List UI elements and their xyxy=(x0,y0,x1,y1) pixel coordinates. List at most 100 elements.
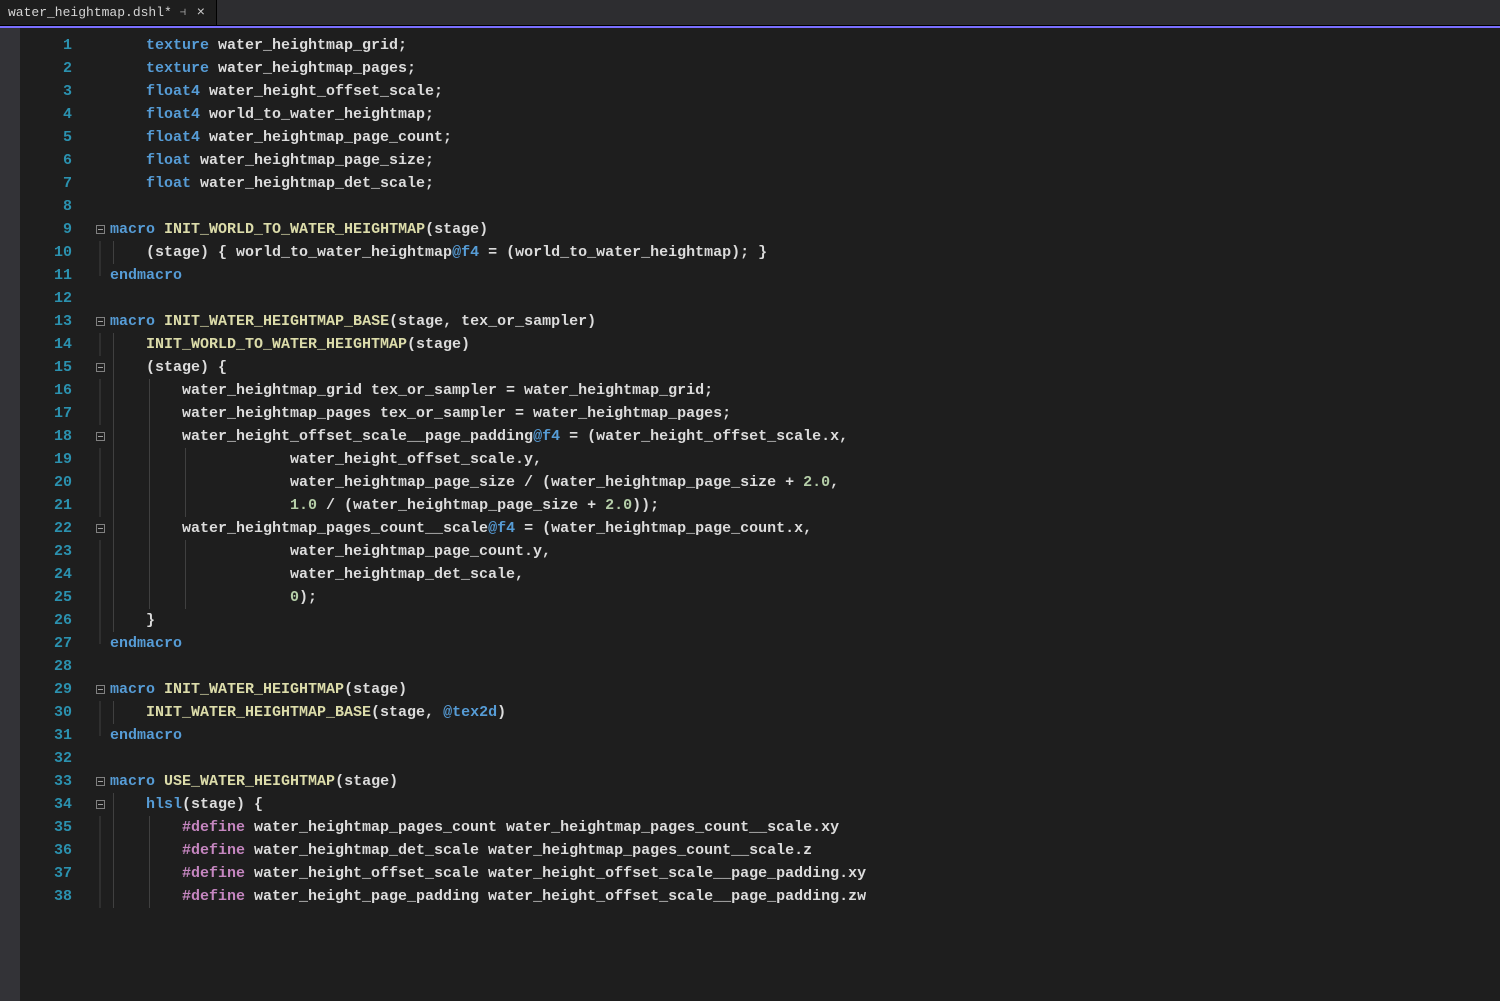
code-line[interactable]: 1.0 / (water_heightmap_page_size + 2.0))… xyxy=(110,494,1500,517)
code-line[interactable]: float4 world_to_water_heightmap; xyxy=(110,103,1500,126)
code-line[interactable]: #define water_height_page_padding water_… xyxy=(110,885,1500,908)
line-number: 28 xyxy=(20,655,90,678)
code-line[interactable]: #define water_heightmap_det_scale water_… xyxy=(110,839,1500,862)
code-line[interactable]: water_heightmap_pages_count__scale@f4 = … xyxy=(110,517,1500,540)
code-line[interactable]: macro INIT_WATER_HEIGHTMAP_BASE(stage, t… xyxy=(110,310,1500,333)
code-line[interactable]: water_heightmap_page_size / (water_heigh… xyxy=(110,471,1500,494)
pin-icon[interactable]: ⊣ xyxy=(178,8,188,18)
code-line[interactable]: water_height_offset_scale__page_padding@… xyxy=(110,425,1500,448)
fold-cell xyxy=(90,80,110,103)
code-line[interactable]: float water_heightmap_det_scale; xyxy=(110,172,1500,195)
code-line[interactable]: water_heightmap_det_scale, xyxy=(110,563,1500,586)
code-line[interactable]: macro INIT_WORLD_TO_WATER_HEIGHTMAP(stag… xyxy=(110,218,1500,241)
file-tab[interactable]: water_heightmap.dshl* ⊣ × xyxy=(0,0,217,25)
code-line[interactable]: (stage) { world_to_water_heightmap@f4 = … xyxy=(110,241,1500,264)
code-line[interactable]: INIT_WORLD_TO_WATER_HEIGHTMAP(stage) xyxy=(110,333,1500,356)
fold-cell xyxy=(90,264,110,287)
fold-toggle-icon[interactable] xyxy=(96,524,105,533)
code-line[interactable]: water_heightmap_page_count.y, xyxy=(110,540,1500,563)
fold-cell xyxy=(90,655,110,678)
line-number-gutter: 1234567891011121314151617181920212223242… xyxy=(20,28,90,1001)
code-line[interactable]: #define water_height_offset_scale water_… xyxy=(110,862,1500,885)
line-number: 4 xyxy=(20,103,90,126)
line-number: 11 xyxy=(20,264,90,287)
fold-toggle-icon[interactable] xyxy=(96,363,105,372)
line-number: 34 xyxy=(20,793,90,816)
fold-cell xyxy=(90,448,110,471)
fold-cell xyxy=(90,149,110,172)
code-line[interactable]: water_height_offset_scale.y, xyxy=(110,448,1500,471)
fold-toggle-icon[interactable] xyxy=(96,432,105,441)
line-number: 26 xyxy=(20,609,90,632)
code-line[interactable] xyxy=(110,747,1500,770)
code-line[interactable]: 0); xyxy=(110,586,1500,609)
fold-cell xyxy=(90,218,110,241)
line-number: 36 xyxy=(20,839,90,862)
code-line[interactable]: texture water_heightmap_pages; xyxy=(110,57,1500,80)
code-line[interactable]: float water_heightmap_page_size; xyxy=(110,149,1500,172)
code-line[interactable]: macro INIT_WATER_HEIGHTMAP(stage) xyxy=(110,678,1500,701)
line-number: 21 xyxy=(20,494,90,517)
fold-cell xyxy=(90,195,110,218)
fold-cell xyxy=(90,494,110,517)
code-line[interactable]: float4 water_heightmap_page_count; xyxy=(110,126,1500,149)
code-line[interactable]: macro USE_WATER_HEIGHTMAP(stage) xyxy=(110,770,1500,793)
fold-cell xyxy=(90,563,110,586)
fold-cell xyxy=(90,310,110,333)
line-number: 27 xyxy=(20,632,90,655)
fold-toggle-icon[interactable] xyxy=(96,685,105,694)
fold-cell xyxy=(90,402,110,425)
fold-cell xyxy=(90,816,110,839)
code-line[interactable]: INIT_WATER_HEIGHTMAP_BASE(stage, @tex2d) xyxy=(110,701,1500,724)
line-number: 17 xyxy=(20,402,90,425)
code-line[interactable]: (stage) { xyxy=(110,356,1500,379)
line-number: 6 xyxy=(20,149,90,172)
line-number: 14 xyxy=(20,333,90,356)
line-number: 31 xyxy=(20,724,90,747)
code-line[interactable]: water_heightmap_pages tex_or_sampler = w… xyxy=(110,402,1500,425)
code-line[interactable] xyxy=(110,655,1500,678)
code-editor[interactable]: 1234567891011121314151617181920212223242… xyxy=(0,28,1500,1001)
line-number: 23 xyxy=(20,540,90,563)
line-number: 7 xyxy=(20,172,90,195)
code-line[interactable] xyxy=(110,287,1500,310)
fold-cell xyxy=(90,540,110,563)
fold-cell xyxy=(90,103,110,126)
code-line[interactable] xyxy=(110,195,1500,218)
fold-cell xyxy=(90,356,110,379)
code-line[interactable]: endmacro xyxy=(110,632,1500,655)
fold-cell xyxy=(90,586,110,609)
fold-cell xyxy=(90,885,110,908)
code-line[interactable]: texture water_heightmap_grid; xyxy=(110,34,1500,57)
fold-cell xyxy=(90,517,110,540)
line-number: 29 xyxy=(20,678,90,701)
fold-toggle-icon[interactable] xyxy=(96,777,105,786)
fold-cell xyxy=(90,333,110,356)
code-line[interactable]: float4 water_height_offset_scale; xyxy=(110,80,1500,103)
fold-cell xyxy=(90,770,110,793)
code-area[interactable]: texture water_heightmap_grid;texture wat… xyxy=(110,28,1500,1001)
code-line[interactable]: water_heightmap_grid tex_or_sampler = wa… xyxy=(110,379,1500,402)
fold-cell xyxy=(90,241,110,264)
line-number: 15 xyxy=(20,356,90,379)
line-number: 33 xyxy=(20,770,90,793)
line-number: 2 xyxy=(20,57,90,80)
fold-toggle-icon[interactable] xyxy=(96,317,105,326)
code-line[interactable]: #define water_heightmap_pages_count wate… xyxy=(110,816,1500,839)
close-icon[interactable]: × xyxy=(194,6,208,20)
code-line[interactable]: endmacro xyxy=(110,264,1500,287)
code-line[interactable]: endmacro xyxy=(110,724,1500,747)
fold-toggle-icon[interactable] xyxy=(96,225,105,234)
fold-toggle-icon[interactable] xyxy=(96,800,105,809)
editor-margin xyxy=(0,28,20,1001)
fold-cell xyxy=(90,701,110,724)
fold-cell xyxy=(90,793,110,816)
fold-cell xyxy=(90,57,110,80)
line-number: 35 xyxy=(20,816,90,839)
code-line[interactable]: } xyxy=(110,609,1500,632)
line-number: 13 xyxy=(20,310,90,333)
code-line[interactable]: hlsl(stage) { xyxy=(110,793,1500,816)
fold-cell xyxy=(90,287,110,310)
line-number: 10 xyxy=(20,241,90,264)
line-number: 9 xyxy=(20,218,90,241)
